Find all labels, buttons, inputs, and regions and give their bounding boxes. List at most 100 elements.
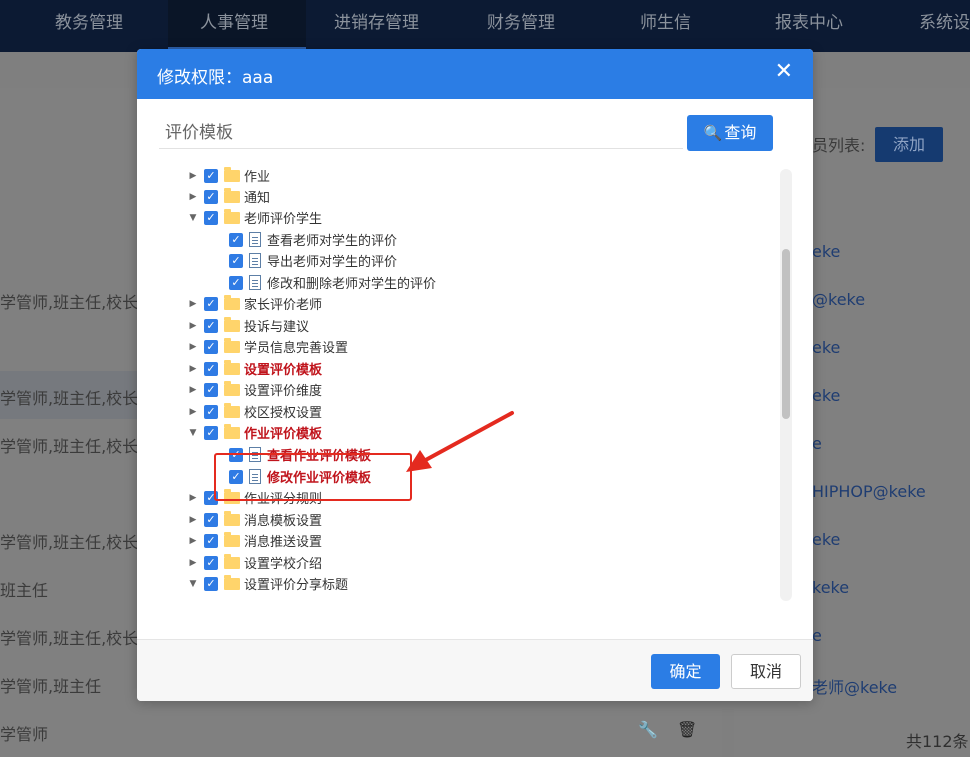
nav-item-shishengxin[interactable]: 师生信 [640,0,691,48]
tree-node-label: 校区授权设置 [244,406,323,421]
expand-arrow-icon[interactable]: ▶ [189,493,197,503]
collapse-arrow-icon[interactable]: ▼ [189,213,197,223]
cancel-button[interactable]: 取消 [731,654,801,689]
checkbox[interactable]: ✓ [204,490,218,505]
tree-node[interactable]: ▼ ✓ 设置评价分享标题 [189,573,348,594]
expand-arrow-icon[interactable]: ▶ [189,321,197,331]
tree-node[interactable]: ▼ ✓ 老师评价学生 [189,207,322,228]
tree-node-label: 消息模板设置 [244,514,323,529]
nav-item-renshi[interactable]: 人事管理 [168,0,306,50]
nav-item-xitong[interactable]: 系统设 [919,0,970,48]
checkbox[interactable]: ✓ [204,210,218,225]
expand-arrow-icon[interactable]: ▶ [189,407,197,417]
checkbox[interactable]: ✓ [204,425,218,440]
checkbox[interactable]: ✓ [229,232,243,247]
staff-list-item[interactable]: keke [812,578,849,597]
trash-icon[interactable]: 🗑 [677,720,697,739]
checkbox[interactable]: ✓ [204,318,218,333]
close-icon[interactable]: ✕ [775,59,793,84]
tree-node[interactable]: ▶ ✓ 校区授权设置 [189,401,322,422]
search-icon: 🔍 [703,124,723,142]
expand-arrow-icon[interactable]: ▶ [189,558,197,568]
folder-icon [224,531,240,547]
checkbox[interactable]: ✓ [204,533,218,548]
tree-leaf[interactable]: ✓ 导出老师对学生的评价 [229,250,397,271]
nav-item-caiwu[interactable]: 财务管理 [487,0,555,48]
expand-arrow-icon[interactable]: ▶ [189,342,197,352]
checkbox[interactable]: ✓ [204,382,218,397]
folder-icon [224,337,240,353]
staff-list-item[interactable]: @keke [812,290,865,309]
collapse-arrow-icon[interactable]: ▼ [189,579,197,589]
tree-leaf[interactable]: ✓ 查看作业评价模板 [229,444,371,465]
tree-node[interactable]: ▶ ✓ 消息推送设置 [189,530,322,551]
checkbox[interactable]: ✓ [204,404,218,419]
folder-icon [224,359,240,375]
tree-node[interactable]: ▼ ✓ 作业评价模板 [189,422,322,443]
staff-list-item[interactable]: e [812,626,822,645]
nav-item-jinxiaocun[interactable]: 进销存管理 [334,0,419,48]
search-input[interactable] [159,117,683,149]
checkbox[interactable]: ✓ [204,555,218,570]
expand-arrow-icon[interactable]: ▶ [189,364,197,374]
staff-list-item[interactable]: eke [812,338,840,357]
collapse-arrow-icon[interactable]: ▼ [189,428,197,438]
folder-icon [224,488,240,504]
tree-node[interactable]: ▶ ✓ 作业 [189,165,270,186]
folder-icon [224,166,240,182]
add-button[interactable]: 添加 [875,127,943,162]
checkbox[interactable]: ✓ [204,296,218,311]
table-row-role: 学管师 [0,725,49,744]
staff-list-label: 员列表: [812,136,866,155]
tree-node[interactable]: ▶ ✓ 学员信息完善设置 [189,336,348,357]
tree-node[interactable]: ▶ ✓ 设置学校介绍 [189,552,322,573]
tree-leaf[interactable]: ✓ 查看老师对学生的评价 [229,229,397,250]
checkbox[interactable]: ✓ [229,253,243,268]
permission-tree: ▶ ✓ 作业 ▶ ✓ 通知 ▼ ✓ 老师评价学生 ✓ 查看老师对学生的评价 ✓ 导出老师对学生的… [189,165,774,599]
top-navigation: 教务管理 人事管理 进销存管理 财务管理 师生信 报表中心 系统设 [0,0,970,52]
table-row-role: 学管师,班主任,校长 [0,389,139,408]
checkbox[interactable]: ✓ [204,512,218,527]
tree-node[interactable]: ▶ ✓ 家长评价老师 [189,293,322,314]
staff-list-item[interactable]: eke [812,386,840,405]
checkbox[interactable]: ✓ [204,361,218,376]
checkbox[interactable]: ✓ [229,469,243,484]
confirm-button[interactable]: 确定 [651,654,720,689]
tree-node[interactable]: ▶ ✓ 投诉与建议 [189,315,309,336]
expand-arrow-icon[interactable]: ▶ [189,299,197,309]
tree-node[interactable]: ▶ ✓ 消息模板设置 [189,509,322,530]
staff-list-item[interactable]: eke [812,242,840,261]
folder-icon [224,294,240,310]
tree-node[interactable]: ▶ ✓ 作业评分规则 [189,487,322,508]
tree-node[interactable]: ▶ ✓ 设置评价模板 [189,358,322,379]
folder-open-icon [224,574,240,590]
checkbox[interactable]: ✓ [229,447,243,462]
checkbox[interactable]: ✓ [204,576,218,591]
checkbox[interactable]: ✓ [204,189,218,204]
tree-node[interactable]: ▶ ✓ 通知 [189,186,270,207]
staff-list-item[interactable]: 老师@keke [812,674,897,698]
tree-leaf[interactable]: ✓ 修改和删除老师对学生的评价 [229,272,436,293]
staff-list-item[interactable]: eke [812,530,840,549]
expand-arrow-icon[interactable]: ▶ [189,385,197,395]
tree-scrollbar[interactable] [780,169,792,601]
checkbox[interactable]: ✓ [229,275,243,290]
nav-item-baobiao[interactable]: 报表中心 [775,0,843,48]
checkbox[interactable]: ✓ [204,339,218,354]
tree-node-label: 作业评价模板 [244,427,323,442]
expand-arrow-icon[interactable]: ▶ [189,171,197,181]
checkbox[interactable]: ✓ [204,168,218,183]
tree-node-label: 设置评价分享标题 [244,578,349,593]
scrollbar-thumb[interactable] [782,249,790,419]
tree-leaf[interactable]: ✓ 修改作业评价模板 [229,466,371,487]
staff-list-item[interactable]: e [812,434,822,453]
wrench-icon[interactable]: 🔧 [638,720,658,739]
nav-item-jiaowu[interactable]: 教务管理 [55,0,123,48]
tree-node-label: 通知 [244,191,271,206]
search-button[interactable]: 🔍 查询 [687,115,773,151]
expand-arrow-icon[interactable]: ▶ [189,536,197,546]
tree-node[interactable]: ▶ ✓ 设置评价维度 [189,379,322,400]
staff-list-item[interactable]: HIPHOP@keke [812,482,926,501]
expand-arrow-icon[interactable]: ▶ [189,192,197,202]
expand-arrow-icon[interactable]: ▶ [189,515,197,525]
